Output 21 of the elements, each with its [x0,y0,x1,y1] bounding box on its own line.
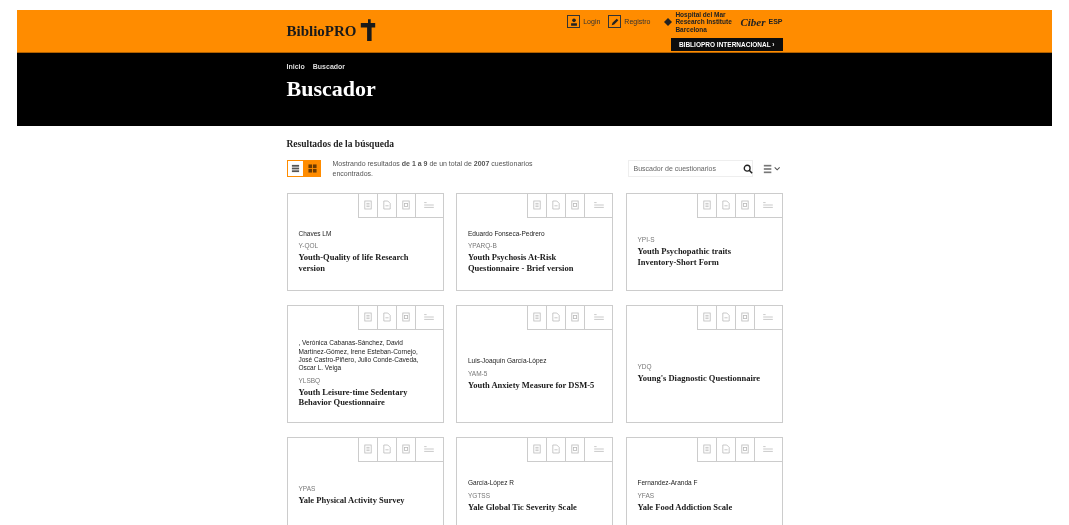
card-title[interactable]: Youth Leisure-time Sedentary Behavior Questionnaire [298,386,432,409]
card-title[interactable]: Yale Global Tic Severity Scale [468,501,601,513]
results-heading: Resultados de la búsqueda [286,139,395,149]
list-view-button[interactable] [286,160,304,178]
list-icon [290,164,300,174]
logo-mark-icon [358,19,377,43]
user-icon[interactable] [567,15,581,29]
filter-dropdown-icon[interactable] [762,163,783,174]
search-icon[interactable] [742,163,753,174]
card-title[interactable]: Youth Anxiety Measure for DSM-5 [468,379,601,391]
card-title[interactable]: Young's Diagnostic Questionnaire [637,373,771,384]
card-title[interactable]: Yale Physical Activity Survey [298,495,432,506]
partner-logo: Ciber [740,16,766,28]
pencil-icon[interactable] [608,15,622,29]
card-title[interactable]: Youth-Quality of life Research version [298,252,432,274]
card-title[interactable]: Yale Food Addiction Scale [637,501,771,513]
grid-icon [307,164,317,174]
page-title: Buscador [286,76,377,102]
site-logo[interactable]: BiblioPRO [286,22,357,40]
card-title[interactable]: Youth Psychopathic traits Inventory-Short Form [637,245,771,268]
card-title[interactable]: Youth Psychosis At-Risk Questionnaire - Brief version [468,252,601,274]
